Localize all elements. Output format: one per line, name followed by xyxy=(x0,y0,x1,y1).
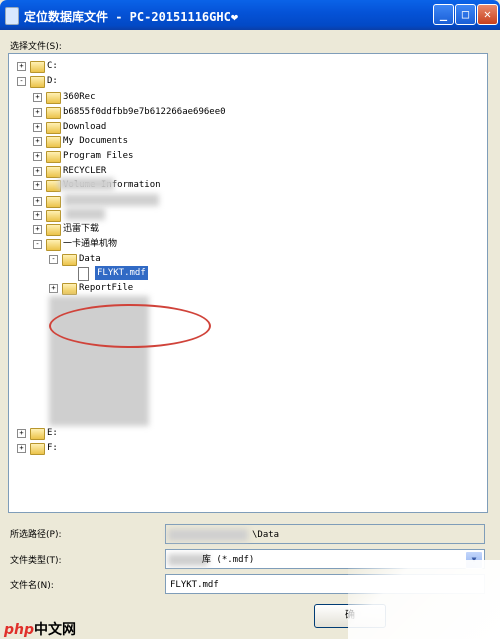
expand-icon[interactable]: + xyxy=(33,197,42,206)
folder-icon xyxy=(46,196,61,208)
tree-node-label: E: xyxy=(47,428,58,438)
file-tree[interactable]: + C: - D: +360Rec + b6855f0ddfbb9e7b612266ae69… xyxy=(8,53,488,513)
watermark: php中文网 xyxy=(4,619,76,639)
expand-icon[interactable]: + xyxy=(33,225,42,234)
folder-icon xyxy=(62,254,77,266)
folder-icon xyxy=(30,443,45,455)
folder-icon xyxy=(30,428,45,440)
redacted-region xyxy=(64,194,159,206)
folder-icon xyxy=(46,107,61,119)
folder-icon xyxy=(46,210,61,222)
tree-node-label: Download xyxy=(63,122,107,132)
tree-node-label: 一卡通单机物 xyxy=(63,239,118,249)
redacted-region xyxy=(59,178,114,190)
database-icon xyxy=(5,7,19,25)
close-button[interactable]: ✕ xyxy=(477,4,498,25)
highlight-circle xyxy=(49,304,211,348)
folder-icon xyxy=(46,151,61,163)
tree-node-label: 迅雷下载 xyxy=(63,224,100,234)
selected-path-value: \Data xyxy=(252,530,280,540)
watermark-brand: php xyxy=(4,622,35,638)
folder-icon xyxy=(46,136,61,148)
redacted-path xyxy=(168,529,248,541)
tree-node-label: D: xyxy=(47,76,58,86)
folder-icon xyxy=(46,122,61,134)
expand-icon[interactable]: + xyxy=(17,62,26,71)
file-type-value: 库 (*.mdf) xyxy=(202,555,255,565)
window-title: 定位数据库文件 - PC-20151116GHC❤ xyxy=(24,10,239,24)
expand-icon[interactable]: + xyxy=(33,211,42,220)
folder-icon xyxy=(62,283,77,295)
folder-icon xyxy=(46,166,61,178)
collapse-icon[interactable]: - xyxy=(17,77,26,86)
tree-node-label: ReportFile xyxy=(79,283,134,293)
select-file-label: 选择文件(S): xyxy=(10,42,62,52)
expand-icon[interactable]: + xyxy=(17,429,26,438)
file-type-label: 文件类型(T): xyxy=(10,556,62,566)
tree-node-label: FLYKT.mdf xyxy=(95,266,148,280)
folder-icon xyxy=(30,76,45,88)
collapse-icon[interactable]: - xyxy=(49,255,58,264)
collapse-icon[interactable]: - xyxy=(33,240,42,249)
folder-icon xyxy=(46,239,61,251)
tree-node-label: 360Rec xyxy=(63,92,96,102)
folder-icon xyxy=(46,224,61,236)
file-name-label: 文件名(N): xyxy=(10,581,54,591)
expand-icon[interactable]: + xyxy=(33,123,42,132)
expand-icon[interactable]: + xyxy=(33,93,42,102)
tree-node-label: b6855f0ddfbb9e7b612266ae696ee0 xyxy=(63,107,226,117)
folder-icon xyxy=(30,61,45,73)
watermark-text: 中文网 xyxy=(34,622,77,638)
expand-icon[interactable]: + xyxy=(33,137,42,146)
tree-node-label: Program Files xyxy=(63,151,134,161)
file-icon xyxy=(78,267,89,281)
tree-node-label: RECYCLER xyxy=(63,166,107,176)
expand-icon[interactable]: + xyxy=(33,181,42,190)
tree-node-label: My Documents xyxy=(63,136,129,146)
selected-path-label: 所选路径(P): xyxy=(10,530,62,540)
maximize-button[interactable]: □ xyxy=(455,4,476,25)
folder-icon xyxy=(46,92,61,104)
tree-node-label: C: xyxy=(47,61,58,71)
title-bar: 定位数据库文件 - PC-20151116GHC❤ _ □ ✕ xyxy=(0,0,500,30)
redacted-region xyxy=(65,208,105,220)
expand-icon[interactable]: + xyxy=(33,167,42,176)
expand-icon[interactable]: + xyxy=(33,152,42,161)
tree-node-label: F: xyxy=(47,443,58,453)
tree-node-label: Data xyxy=(79,254,101,264)
minimize-button[interactable]: _ xyxy=(433,4,454,25)
expand-icon[interactable]: + xyxy=(49,284,58,293)
selected-path-field: \Data xyxy=(165,524,485,544)
watermark-overlay xyxy=(348,560,500,639)
expand-icon[interactable]: + xyxy=(33,108,42,117)
expand-icon[interactable]: + xyxy=(17,444,26,453)
